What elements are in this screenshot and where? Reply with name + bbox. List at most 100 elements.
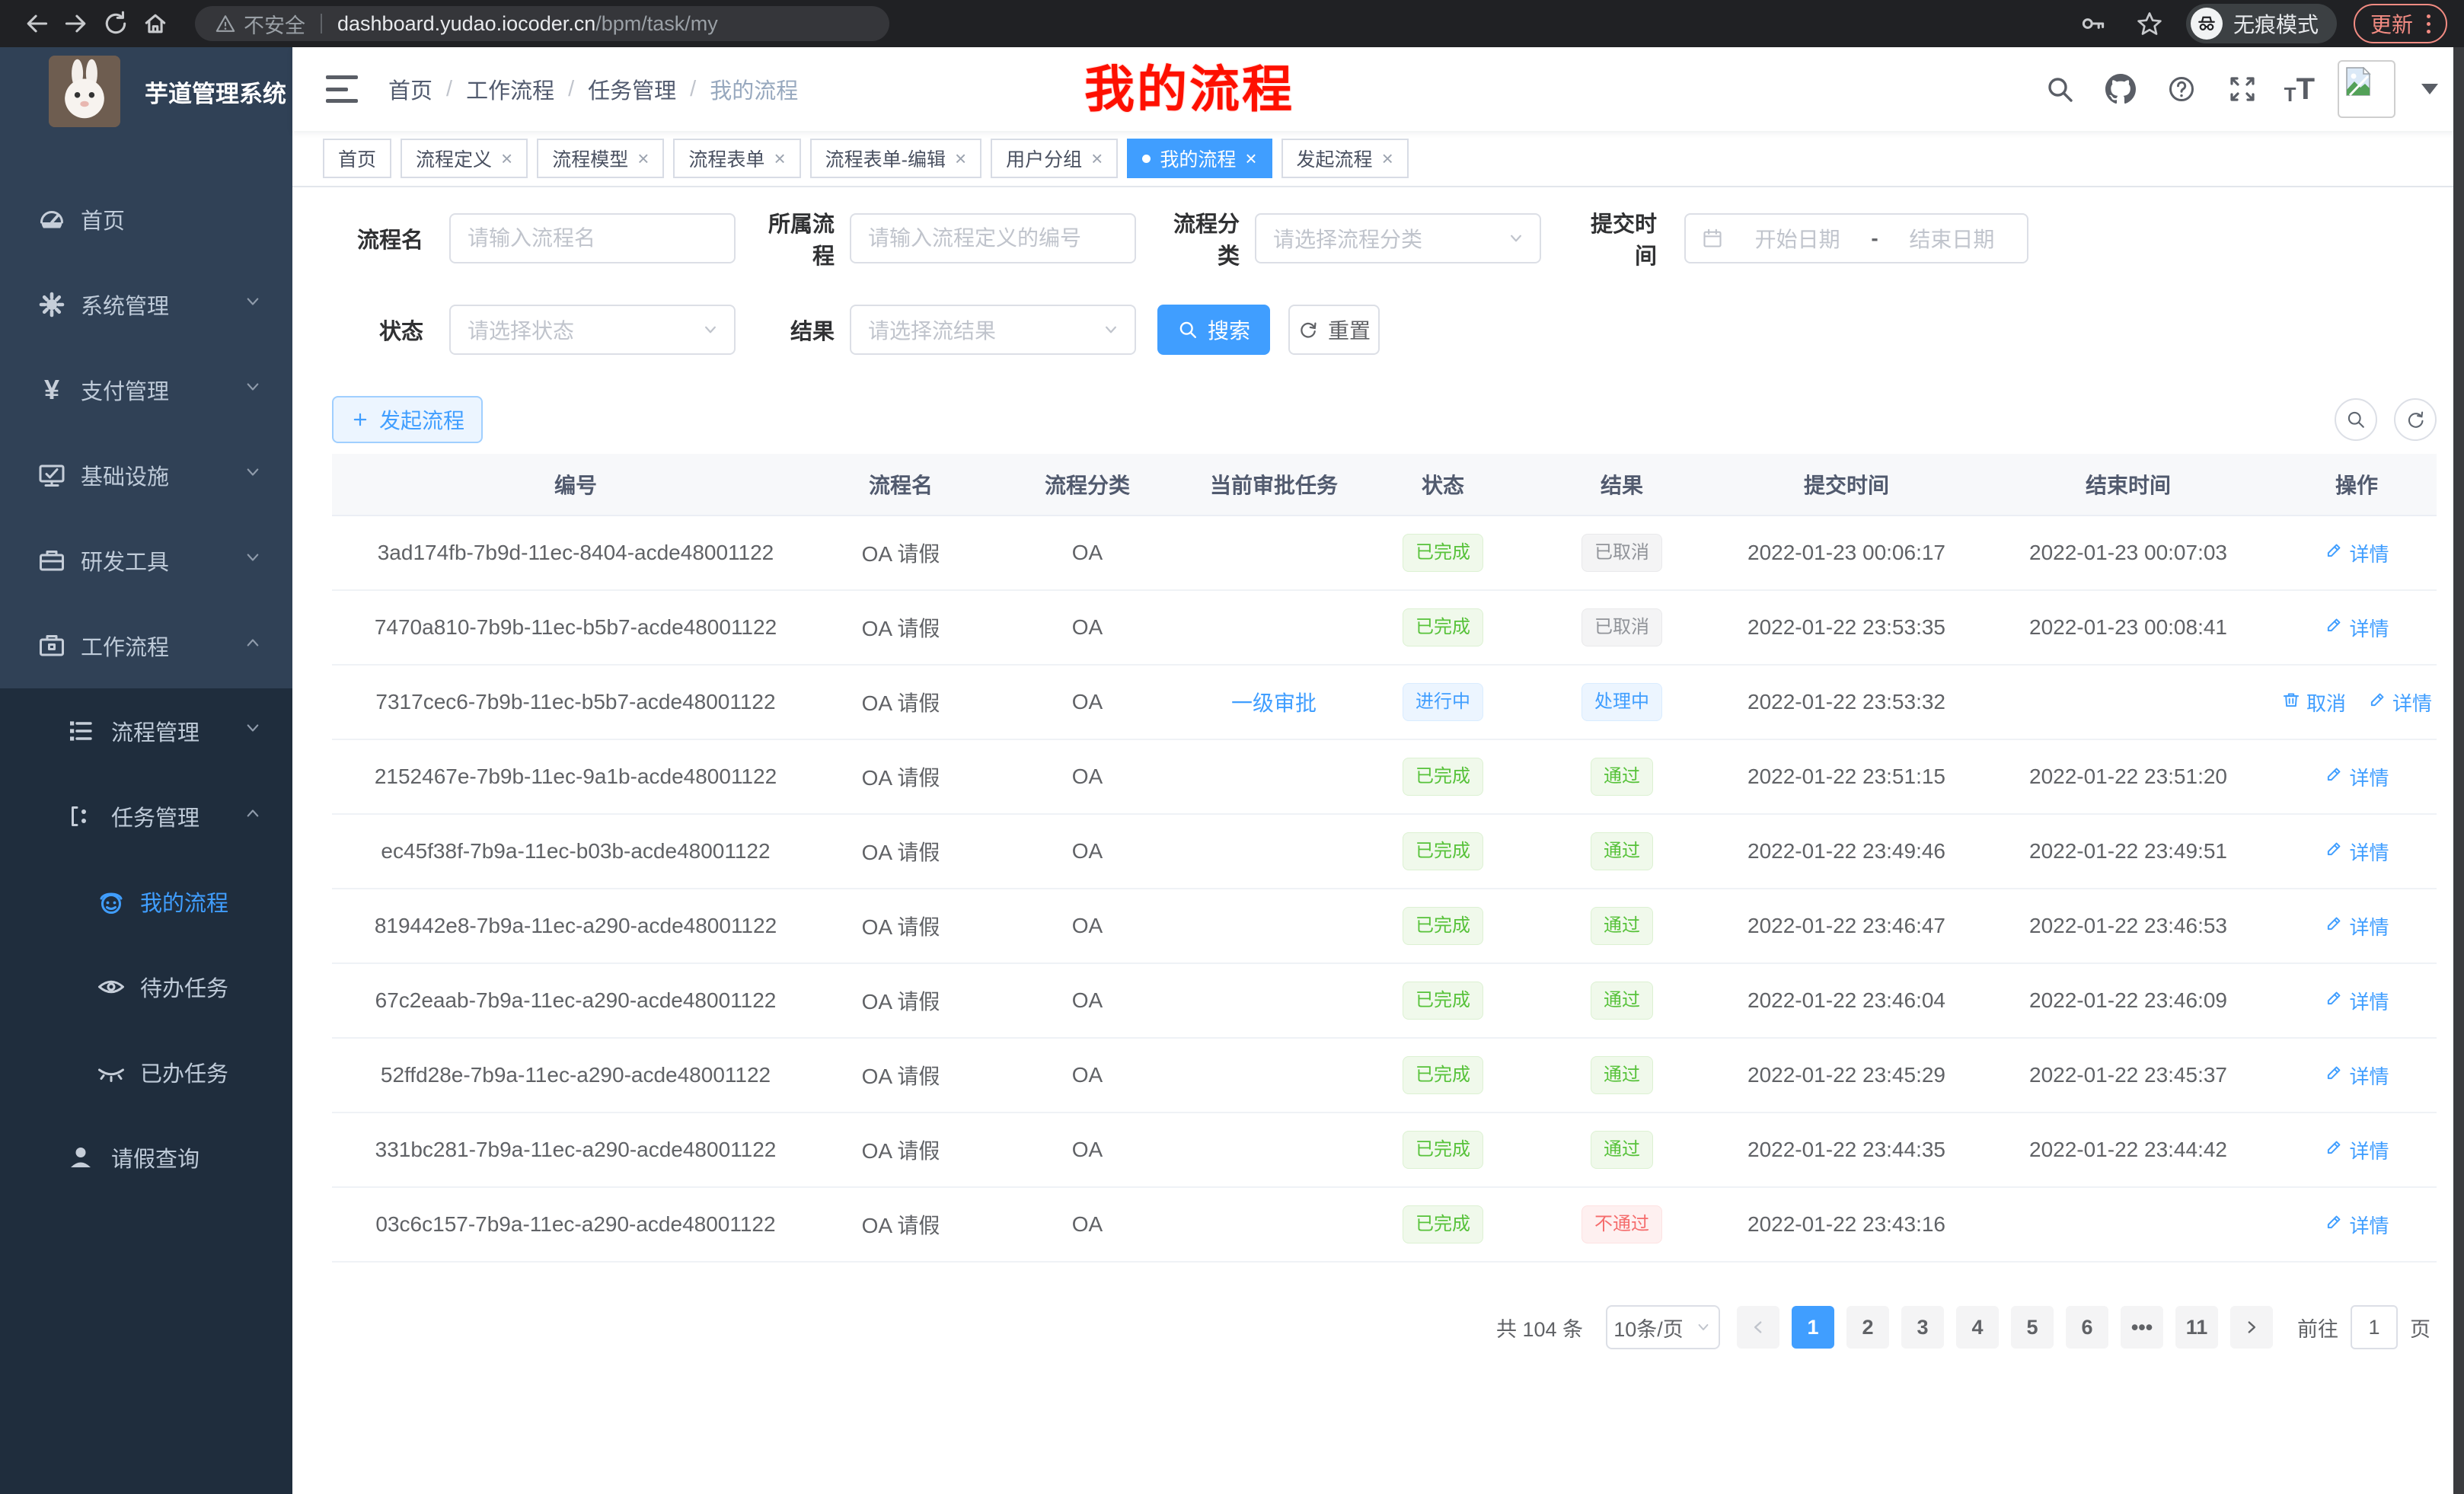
sidebar-item-流程管理[interactable]: 流程管理: [0, 688, 292, 774]
search-icon[interactable]: [2041, 70, 2079, 108]
avatar[interactable]: [2338, 60, 2395, 118]
详情-action-link[interactable]: 详情: [2324, 539, 2389, 567]
reset-button[interactable]: 重置: [1288, 305, 1380, 355]
github-icon[interactable]: [2102, 70, 2140, 108]
breadcrumb-item[interactable]: 首页: [388, 73, 432, 105]
forward-icon[interactable]: [56, 4, 96, 43]
chevron-down-icon: [242, 376, 263, 404]
close-icon[interactable]: ×: [1382, 148, 1393, 168]
home-icon[interactable]: [136, 4, 175, 43]
sidebar-item-我的流程[interactable]: 我的流程: [0, 859, 292, 944]
sidebar-item-首页[interactable]: 首页: [0, 177, 292, 262]
browser-menu-icon[interactable]: [2427, 14, 2430, 34]
key-icon[interactable]: [2073, 4, 2113, 43]
取消-action-link[interactable]: 取消: [2281, 688, 2346, 717]
action-label: 详情: [2349, 987, 2389, 1015]
result-badge: 通过: [1591, 758, 1653, 796]
annotation-text: 我的流程: [1084, 49, 1294, 122]
process-def-input[interactable]: [850, 213, 1136, 263]
submit-time-range[interactable]: 开始日期 - 结束日期: [1684, 213, 2028, 263]
page-button-6[interactable]: 6: [2066, 1306, 2108, 1349]
page-button-5[interactable]: 5: [2011, 1306, 2054, 1349]
详情-action-link[interactable]: 详情: [2324, 1136, 2389, 1164]
tab-我的流程[interactable]: 我的流程 ×: [1127, 139, 1272, 178]
tab-流程定义[interactable]: 流程定义×: [401, 139, 528, 178]
hamburger-icon[interactable]: [326, 75, 358, 103]
breadcrumb-item[interactable]: 任务管理: [588, 73, 676, 105]
fullscreen-icon[interactable]: [2223, 70, 2261, 108]
next-page-button[interactable]: [2230, 1306, 2273, 1349]
close-icon[interactable]: ×: [1245, 148, 1256, 168]
back-icon[interactable]: [17, 4, 56, 43]
详情-action-link[interactable]: 详情: [2324, 838, 2389, 866]
font-size-icon[interactable]: TT: [2284, 74, 2315, 104]
tab-流程表单-编辑[interactable]: 流程表单-编辑×: [810, 139, 982, 178]
url-path[interactable]: /bpm/task/my: [595, 12, 718, 36]
sidebar-item-工作流程[interactable]: 工作流程: [0, 603, 292, 688]
security-label[interactable]: 不安全: [244, 9, 305, 39]
page-button-11[interactable]: 11: [2175, 1306, 2218, 1349]
help-icon[interactable]: [2162, 70, 2201, 108]
page-button-2[interactable]: 2: [1846, 1306, 1889, 1349]
tab-流程表单[interactable]: 流程表单×: [673, 139, 800, 178]
browser-update-button[interactable]: 更新: [2354, 4, 2447, 43]
tab-流程模型[interactable]: 流程模型×: [537, 139, 664, 178]
tab-用户分组[interactable]: 用户分组×: [991, 139, 1118, 178]
process-def-label: 所属流程: [749, 206, 835, 270]
refresh-table-button[interactable]: [2394, 398, 2437, 441]
close-icon[interactable]: ×: [1091, 148, 1103, 168]
sidebar-item-研发工具[interactable]: 研发工具: [0, 518, 292, 603]
详情-action-link[interactable]: 详情: [2324, 987, 2389, 1015]
current-task-link[interactable]: 一级审批: [1231, 691, 1317, 715]
result-select[interactable]: 请选择流结果: [850, 305, 1136, 355]
reload-icon[interactable]: [96, 4, 136, 43]
plus-icon: [350, 410, 370, 429]
详情-action-link[interactable]: 详情: [2367, 688, 2432, 717]
sidebar-item-系统管理[interactable]: 系统管理: [0, 262, 292, 347]
search-button[interactable]: 搜索: [1157, 305, 1270, 355]
close-icon[interactable]: ×: [774, 148, 785, 168]
close-icon[interactable]: ×: [955, 148, 966, 168]
scrollbar[interactable]: [2453, 47, 2464, 1494]
url-host[interactable]: dashboard.yudao.iocoder.cn: [337, 12, 595, 36]
page-button-4[interactable]: 4: [1956, 1306, 1999, 1349]
start-date-placeholder[interactable]: 开始日期: [1738, 223, 1857, 254]
详情-action-link[interactable]: 详情: [2324, 1061, 2389, 1090]
详情-action-link[interactable]: 详情: [2324, 614, 2389, 642]
category-select[interactable]: 请选择流程分类: [1255, 213, 1541, 263]
tab-首页[interactable]: 首页: [323, 139, 391, 178]
sidebar-item-支付管理[interactable]: ¥支付管理: [0, 347, 292, 433]
sidebar-item-已办任务[interactable]: 已办任务: [0, 1030, 292, 1115]
page-ellipsis[interactable]: •••: [2121, 1306, 2163, 1349]
详情-action-link[interactable]: 详情: [2324, 912, 2389, 940]
sidebar-item-基础设施[interactable]: 基础设施: [0, 433, 292, 518]
prev-page-button[interactable]: [1737, 1306, 1779, 1349]
close-icon[interactable]: ×: [501, 148, 512, 168]
process-name-input[interactable]: [449, 213, 736, 263]
jump-page-input[interactable]: [2351, 1305, 2398, 1349]
create-process-button[interactable]: 发起流程: [332, 396, 483, 443]
chevron-down-icon[interactable]: [2421, 84, 2438, 94]
sidebar-item-请假查询[interactable]: 请假查询: [0, 1115, 292, 1200]
url-bar[interactable]: 不安全 dashboard.yudao.iocoder.cn/bpm/task/…: [195, 6, 889, 41]
row-actions: 详情: [2277, 1211, 2437, 1239]
详情-action-link[interactable]: 详情: [2324, 1211, 2389, 1239]
page-size-select[interactable]: 10条/页: [1606, 1305, 1720, 1349]
sidebar-item-任务管理[interactable]: 任务管理: [0, 774, 292, 859]
update-label: 更新: [2370, 8, 2413, 39]
tab-label: 我的流程: [1160, 145, 1236, 172]
end-date-placeholder[interactable]: 结束日期: [1892, 223, 2012, 254]
close-icon[interactable]: ×: [637, 148, 649, 168]
bookmark-star-icon[interactable]: [2130, 4, 2169, 43]
breadcrumb-item[interactable]: 工作流程: [466, 73, 554, 105]
tab-发起流程[interactable]: 发起流程×: [1281, 139, 1409, 178]
sidebar-item-待办任务[interactable]: 待办任务: [0, 944, 292, 1030]
status-select[interactable]: 请选择状态: [449, 305, 736, 355]
logo-row[interactable]: 芋道管理系统: [0, 47, 292, 136]
page-button-1[interactable]: 1: [1792, 1306, 1834, 1349]
page-button-3[interactable]: 3: [1901, 1306, 1944, 1349]
show-search-button[interactable]: [2335, 398, 2377, 441]
status-placeholder: 请选择状态: [468, 314, 701, 345]
row-actions: 详情: [2277, 912, 2437, 940]
详情-action-link[interactable]: 详情: [2324, 763, 2389, 791]
